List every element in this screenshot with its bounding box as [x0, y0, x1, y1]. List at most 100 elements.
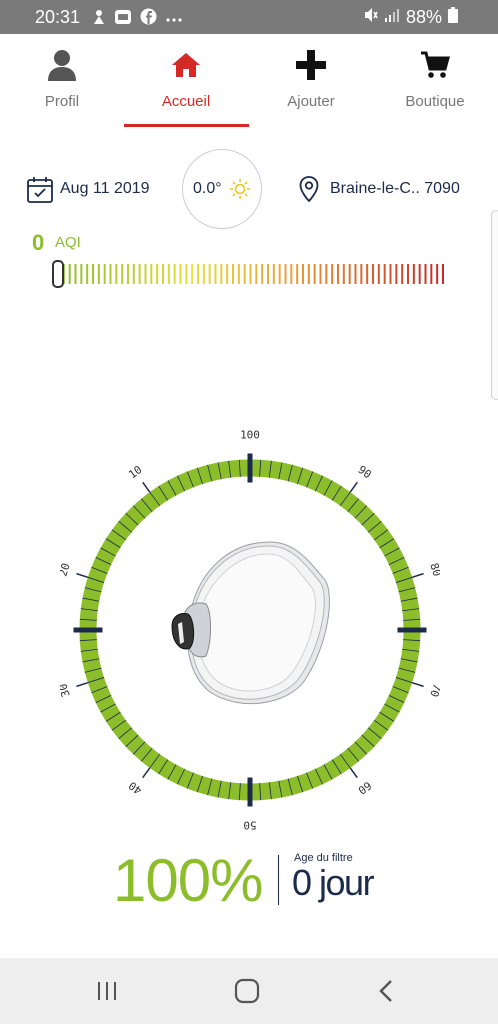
tab-label: Ajouter [287, 93, 335, 110]
aqi-scale-tick [407, 264, 409, 284]
aqi-scale [52, 260, 444, 288]
gauge-label: 90 [355, 463, 373, 481]
tab-boutique[interactable]: Boutique [373, 40, 497, 126]
gauge-label-tick [349, 767, 358, 779]
mute-icon [364, 7, 378, 28]
tab-label: Boutique [405, 93, 465, 110]
aqi-scale-tick [372, 264, 374, 284]
person-icon [47, 45, 77, 85]
aqi-scale-tick [377, 264, 380, 284]
aqi-scale-tick [237, 264, 240, 284]
aqi-scale-tick [412, 264, 415, 284]
cart-icon [420, 45, 450, 85]
recent-apps-button[interactable] [67, 958, 147, 1024]
aqi-scale-tick [80, 264, 83, 284]
signal-icon [384, 7, 400, 28]
aqi-scale-tick [103, 264, 106, 284]
aqi-scale-tick [278, 264, 281, 284]
aqi-scale-tick [272, 264, 275, 284]
aqi-scale-tick [418, 264, 421, 284]
aqi-scale-tick [424, 264, 427, 284]
aqi-scale-tick [296, 264, 299, 284]
gauge-label: 40 [126, 779, 144, 797]
aqi-indicator [52, 260, 64, 288]
aqi-scale-tick [366, 264, 369, 284]
aqi-scale-tick [197, 264, 199, 284]
recent-apps-icon [98, 982, 116, 1000]
gauge-label-tick [142, 767, 151, 779]
back-button[interactable] [346, 958, 426, 1024]
date-label: Aug 11 2019 [60, 180, 150, 197]
gauge-label-tick [76, 572, 89, 579]
aqi-scale-tick [307, 264, 310, 284]
tab-profil[interactable]: Profil [0, 40, 124, 126]
calendar-icon [27, 177, 53, 208]
aqi-scale-tick [284, 264, 287, 284]
scroll-handle[interactable] [491, 210, 498, 400]
tab-ajouter[interactable]: Ajouter [249, 40, 373, 126]
gauge-label-tick [411, 681, 424, 688]
home-nav-icon [234, 978, 260, 1004]
aqi-scale-tick [302, 264, 304, 284]
aqi-scale-tick [191, 264, 194, 284]
location-label: Braine-le-C.. 7090 [330, 180, 460, 197]
location-pin-icon [299, 176, 319, 207]
aqi-scale-tick [86, 264, 89, 284]
filter-gauge: 100 90 80 70 60 50 40 30 20 10 [60, 430, 440, 830]
gauge-label-tick [411, 572, 424, 579]
aqi-scale-tick [138, 264, 141, 284]
aqi-scale-tick [214, 264, 217, 284]
aqi-scale-tick [185, 264, 188, 284]
aqi-scale-tick [127, 264, 129, 284]
temperature-label: 0.0° [193, 180, 222, 197]
aqi-unit-label: AQI [55, 234, 81, 251]
aqi-scale-tick [121, 264, 124, 284]
aqi-scale-tick [313, 264, 316, 284]
aqi-scale-tick [167, 264, 170, 284]
home-button[interactable] [207, 958, 287, 1024]
aqi-scale-tick [342, 264, 345, 284]
aqi-scale-tick [220, 264, 223, 284]
aqi-scale-tick [179, 264, 182, 284]
aqi-scale-tick [331, 264, 334, 284]
aqi-scale-tick [156, 264, 159, 284]
aqi-scale-tick [436, 264, 439, 284]
tab-accueil[interactable]: Accueil [124, 40, 248, 126]
tab-label: Profil [44, 93, 80, 110]
aqi-scale-tick [337, 264, 339, 284]
gauge-label: 50 [243, 819, 256, 831]
gauge-label: 20 [60, 561, 73, 578]
aqi-scale-tick [208, 264, 211, 284]
aqi-scale-tick [74, 264, 77, 284]
aqi-value: 0 [32, 230, 45, 255]
notification-icon [92, 9, 106, 30]
gauge-label-tick [76, 681, 89, 688]
aqi-scale-tick [354, 264, 357, 284]
aqi-scale-tick [68, 264, 71, 284]
gauge-label-tick [349, 481, 358, 493]
aqi-scale-tick [115, 264, 118, 284]
gauge-label: 80 [427, 561, 440, 578]
sun-icon [229, 178, 251, 205]
gauge-label: 70 [427, 682, 440, 699]
aqi-scale-tick [162, 264, 164, 284]
aqi-scale-tick [401, 264, 404, 284]
aqi-scale-tick [325, 264, 328, 284]
aqi-scale-tick [202, 264, 205, 284]
aqi-scale-tick [290, 264, 293, 284]
aqi-scale-tick [144, 264, 147, 284]
aqi-scale-tick [173, 264, 176, 284]
facebook-icon [140, 8, 157, 30]
aqi-scale-tick [261, 264, 264, 284]
aqi-scale-tick [389, 264, 392, 284]
aqi-scale-tick [92, 264, 94, 284]
battery-icon [448, 7, 458, 28]
plus-icon [295, 45, 327, 85]
divider [278, 855, 279, 905]
aqi-scale-tick [109, 264, 112, 284]
mask-illustration [171, 541, 330, 705]
aqi-scale-tick [97, 264, 100, 284]
aqi-scale-tick [348, 264, 351, 284]
aqi-scale-tick [226, 264, 229, 284]
system-nav-bar [0, 958, 498, 1024]
